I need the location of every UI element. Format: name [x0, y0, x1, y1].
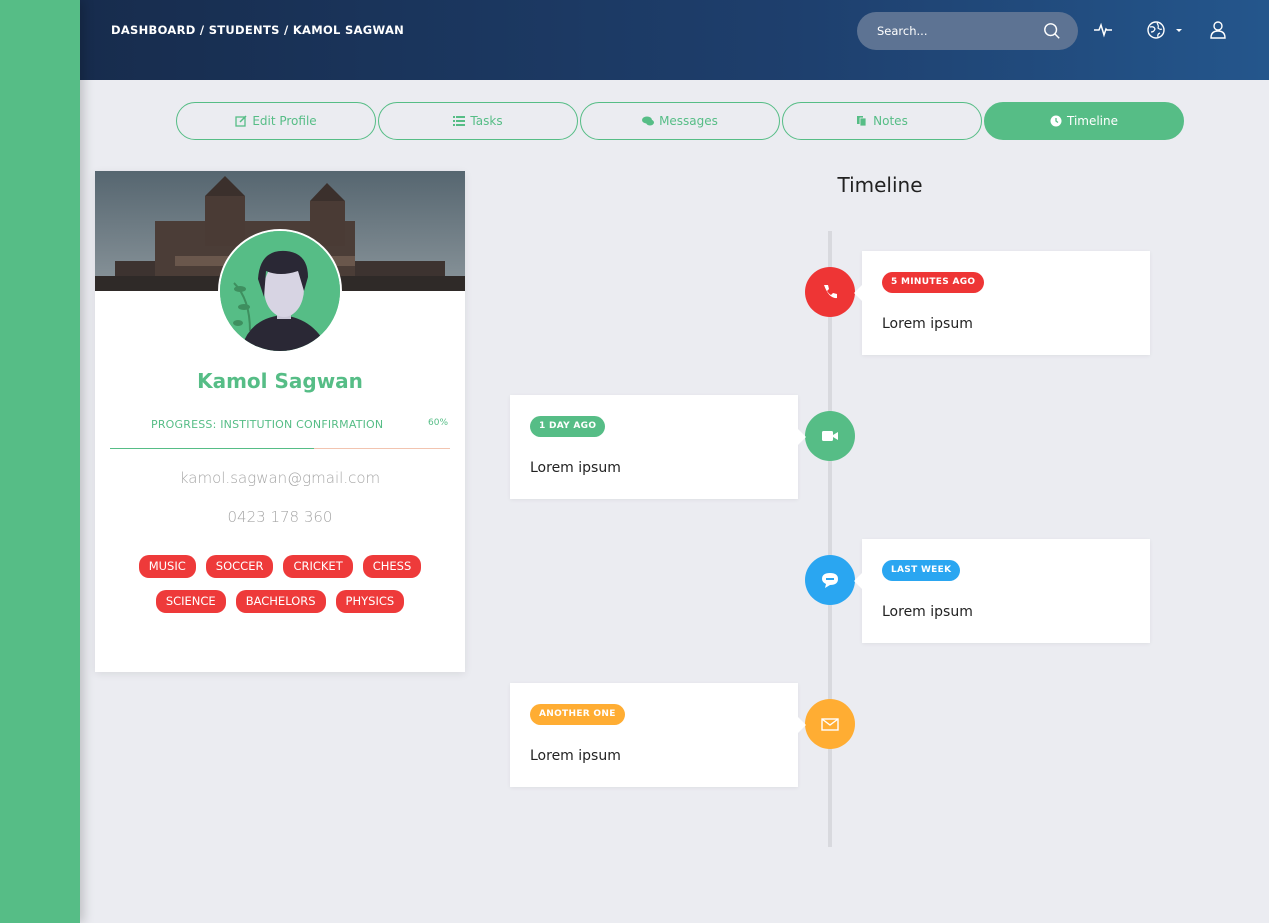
timeline-dot [805, 267, 855, 317]
search-input[interactable] [857, 12, 1037, 50]
tag: BACHELORS [235, 590, 326, 613]
student-name: Kamol Sagwan [197, 369, 363, 393]
activity-icon[interactable] [1093, 20, 1113, 40]
timeline-badge: ANOTHER ONE [530, 704, 625, 725]
phone-text: 0423 178 360 [227, 508, 333, 526]
progress-label: PROGRESS: INSTITUTION CONFIRMATION [151, 418, 384, 431]
email-text: kamol.sagwan@gmail.com [179, 469, 381, 487]
tab-label: Timeline [1066, 114, 1119, 128]
timeline-text: Lorem ipsum [530, 748, 621, 764]
clock-icon [1050, 115, 1062, 127]
globe-icon[interactable] [1146, 20, 1166, 40]
interest-tags: MUSIC SOCCER CRICKET CHESS SCIENCE BACHE… [120, 555, 440, 613]
avatar [218, 229, 342, 353]
timeline-title: Timeline [837, 173, 923, 197]
sidebar [0, 0, 80, 923]
timeline-card: 1 DAY AGO Lorem ipsum [510, 395, 806, 499]
profile-card: Kamol Sagwan PROGRESS: INSTITUTION CONFI… [95, 171, 465, 672]
search-icon[interactable] [1043, 22, 1061, 40]
timeline-dot [805, 411, 855, 461]
tab-messages[interactable]: Messages [580, 102, 780, 140]
tab-notes[interactable]: Notes [782, 102, 982, 140]
timeline-text: Lorem ipsum [530, 460, 621, 476]
tab-timeline[interactable]: Timeline [984, 102, 1184, 140]
tab-label: Notes [873, 114, 908, 128]
avatar-illustration [220, 231, 340, 351]
timeline-line [828, 231, 832, 847]
phone-icon [824, 285, 837, 299]
chevron-down-icon[interactable] [1173, 20, 1185, 40]
progress-bar [110, 448, 450, 449]
tab-label: Edit Profile [252, 114, 317, 128]
tag: CHESS [362, 555, 422, 578]
tab-edit-profile[interactable]: Edit Profile [176, 102, 376, 140]
timeline-dot [805, 699, 855, 749]
timeline-text: Lorem ipsum [882, 316, 973, 332]
sms-icon [822, 573, 838, 588]
progress-percent: 60% [428, 418, 449, 428]
tab-tasks[interactable]: Tasks [378, 102, 578, 140]
tab-label: Tasks [470, 114, 503, 128]
list-icon [453, 116, 466, 126]
envelope-icon [821, 718, 839, 731]
search-box [857, 12, 1078, 50]
timeline-badge: 1 DAY AGO [530, 416, 606, 437]
timeline-card: 5 MINUTES AGO Lorem ipsum [854, 251, 1150, 355]
timeline-card: ANOTHER ONE Lorem ipsum [510, 683, 806, 787]
tab-label: Messages [659, 114, 718, 128]
comments-icon [642, 116, 655, 126]
progress-bar-fill [110, 448, 314, 449]
files-icon [857, 116, 867, 127]
edit-icon [235, 115, 247, 127]
user-icon[interactable] [1208, 20, 1228, 40]
top-navbar: DASHBOARD / STUDENTS / KAMOL SAGWAN [80, 0, 1269, 80]
tag: SOCCER [205, 555, 274, 578]
tag: MUSIC [138, 555, 196, 578]
timeline-badge: 5 MINUTES AGO [882, 272, 985, 293]
timeline-text: Lorem ipsum [882, 604, 973, 620]
tag: CRICKET [283, 555, 353, 578]
tag: PHYSICS [335, 590, 405, 613]
video-icon [822, 431, 838, 441]
timeline-card: LAST WEEK Lorem ipsum [854, 539, 1150, 643]
breadcrumb[interactable]: DASHBOARD / STUDENTS / KAMOL SAGWAN [111, 23, 404, 37]
tag: SCIENCE [155, 590, 226, 613]
timeline-badge: LAST WEEK [882, 560, 961, 581]
timeline-dot [805, 555, 855, 605]
